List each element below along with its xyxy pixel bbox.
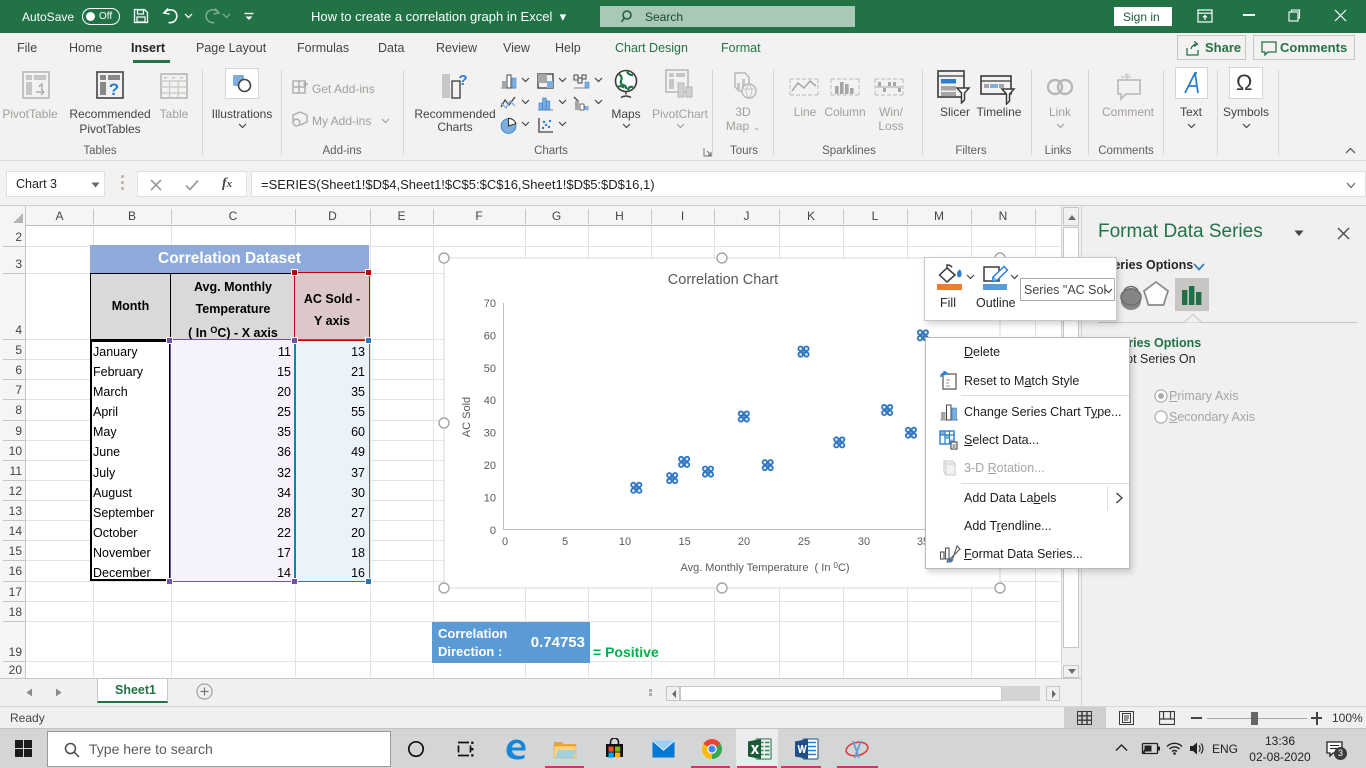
svg-text:40: 40 <box>484 395 496 407</box>
svg-text:Avg. Monthly Temperature ( In: Avg. Monthly Temperature ( In 0C) <box>680 561 849 574</box>
svg-text:30: 30 <box>484 428 496 440</box>
svg-text:60: 60 <box>484 330 496 342</box>
svg-text:30: 30 <box>858 536 870 548</box>
svg-text:20: 20 <box>738 536 750 548</box>
svg-text:10: 10 <box>619 536 631 548</box>
svg-text:15: 15 <box>678 536 690 548</box>
svg-text:50: 50 <box>484 363 496 375</box>
svg-text:25: 25 <box>798 536 810 548</box>
svg-text:70: 70 <box>484 298 496 310</box>
svg-text:20: 20 <box>484 460 496 472</box>
svg-text:?: ? <box>458 72 467 89</box>
svg-text:0: 0 <box>490 525 496 537</box>
svg-text:AC Sold: AC Sold <box>461 397 473 437</box>
svg-text:10: 10 <box>484 492 496 504</box>
svg-text:Correlation Chart: Correlation Chart <box>668 272 778 288</box>
svg-text:5: 5 <box>562 536 568 548</box>
svg-text:0: 0 <box>502 536 508 548</box>
svg-text:?: ? <box>109 80 119 99</box>
